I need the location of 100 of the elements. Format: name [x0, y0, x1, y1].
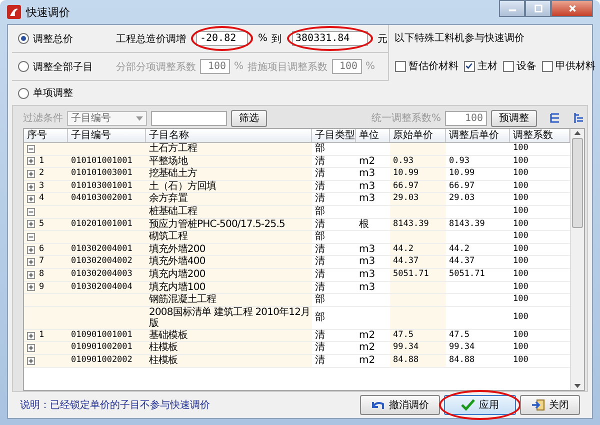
expand-icon[interactable] — [27, 182, 35, 191]
table-cell-text: 部 — [314, 310, 326, 326]
collapse-icon[interactable] — [27, 232, 35, 241]
table-cell-text: 99.34 — [448, 342, 476, 354]
table-cell: 010901002002 — [68, 354, 146, 366]
table-cell-text: 清 — [314, 268, 326, 281]
table-cell-text: 100 — [512, 206, 530, 218]
table-cell-text: 清 — [314, 168, 326, 180]
table-cell-text: 清 — [314, 156, 326, 168]
table-cell-text: 5051.71 — [448, 268, 486, 281]
row-number: 8 — [39, 268, 44, 281]
close-button[interactable]: 关闭 — [520, 395, 580, 415]
undo-button[interactable]: 撤消调价 — [360, 395, 440, 415]
checkbox-option[interactable]: 设备 — [502, 59, 537, 73]
table-cell-text: 清 — [314, 354, 326, 366]
radio-option[interactable]: 调整总价 — [18, 32, 108, 46]
expand-icon[interactable] — [27, 246, 35, 254]
table-cell: 预应力管桩PHC-500/17.5-25.5 — [146, 218, 312, 230]
scroll-down-icon[interactable] — [574, 384, 581, 388]
amount-field[interactable]: 380331.84 — [292, 31, 368, 46]
group-title: 以下特殊工料机参与快速调价 — [394, 32, 526, 45]
close-button[interactable] — [551, 0, 593, 17]
row-number: 7 — [39, 256, 44, 268]
table-cell-text: 100 — [512, 231, 530, 243]
table-cell-text: 66.97 — [448, 180, 476, 192]
expand-icon[interactable] — [27, 220, 35, 228]
window-title: 快速调价 — [26, 4, 70, 20]
table-cell-text: 100 — [512, 218, 530, 230]
table-cell: 填充外墙400 — [146, 256, 312, 268]
expand-icon[interactable] — [27, 270, 35, 279]
percent-field[interactable]: -20.82 — [196, 31, 248, 46]
table-cell-text: 清 — [314, 218, 326, 230]
expand-icon[interactable] — [27, 356, 35, 365]
table-cell-text: 100 — [512, 244, 530, 256]
expand-icon[interactable] — [27, 332, 35, 340]
table-cell-text: 清 — [314, 244, 326, 256]
table-cell: 010103001001 — [68, 180, 146, 192]
checkmark-icon — [461, 399, 475, 411]
unit-label: % — [258, 33, 268, 44]
column-header[interactable]: 子目编号 — [68, 129, 146, 142]
table-cell-text: 部 — [314, 231, 326, 243]
table-cell: 44.37 — [390, 256, 446, 268]
field-label: 过滤条件 — [23, 112, 63, 125]
field-label: 措施项目调整系数 — [248, 60, 328, 74]
scroll-thumb[interactable] — [572, 138, 583, 228]
column-header[interactable]: 原始单价 — [390, 129, 446, 142]
table-cell-text: 100 — [512, 156, 530, 168]
field-label: 分部分项调整系数 — [116, 60, 196, 74]
checkbox-option[interactable]: 暂估价材料 — [394, 59, 459, 73]
minimize-button[interactable] — [499, 0, 525, 17]
collapse-icon[interactable] — [27, 144, 35, 153]
table-cell: 砌筑工程 — [146, 231, 312, 243]
table-cell-text: 100 — [512, 294, 530, 306]
table-cell: 010302004002 — [68, 256, 146, 268]
table-cell-text: 100 — [512, 354, 530, 366]
maximize-button[interactable] — [525, 0, 551, 17]
column-header[interactable]: 子目类型 — [312, 129, 356, 142]
table-cell: 010302004001 — [68, 244, 146, 256]
table-cell: 0.93 — [390, 156, 446, 168]
table-cell: 余方弃置 — [146, 193, 312, 205]
checkbox-option[interactable]: 主材 — [464, 59, 498, 73]
table-cell: 010101003001 — [68, 168, 146, 180]
table-cell-text: 44.2 — [448, 244, 470, 256]
expand-icon[interactable] — [27, 258, 35, 266]
column-header[interactable]: 调整后单价 — [446, 129, 510, 142]
expand-icon[interactable] — [27, 170, 35, 178]
field-label: 工程总造价调增 — [116, 32, 186, 46]
table-cell-text: 8143.39 — [448, 218, 486, 230]
expand-icon[interactable] — [27, 344, 35, 352]
table-cell: 柱模板 — [146, 342, 312, 354]
column-header[interactable]: 序号 — [24, 129, 68, 142]
radio-option[interactable]: 单项调整 — [18, 86, 108, 100]
table-cell-text: m3 — [358, 268, 376, 281]
table-cell: 84.88 — [390, 354, 446, 366]
checkbox-option[interactable]: 甲供材料 — [542, 59, 596, 73]
scrollbar[interactable] — [570, 129, 584, 390]
table-cell: 土（石）方回填 — [146, 180, 312, 192]
table-cell-text: 0.93 — [448, 156, 470, 168]
expand-icon[interactable] — [27, 157, 35, 166]
table-cell-text: 10.99 — [448, 168, 476, 180]
expand-icon[interactable] — [27, 195, 35, 204]
collapse-icon[interactable] — [27, 208, 35, 216]
row-number: 9 — [39, 282, 44, 294]
app-logo-icon — [7, 5, 21, 19]
table-cell-text: m2 — [358, 330, 376, 342]
column-header[interactable]: 子目名称 — [146, 129, 312, 142]
expand-icon[interactable] — [27, 283, 35, 292]
apply-button[interactable]: 应用 — [444, 395, 516, 415]
column-header[interactable]: 单位 — [356, 129, 390, 142]
table-cell: 填充外墙200 — [146, 244, 312, 256]
table-cell: 桩基础工程 — [146, 206, 312, 218]
scroll-up-icon[interactable] — [574, 131, 581, 135]
unit-label: % — [234, 61, 244, 72]
table-cell: 040103002001 — [68, 193, 146, 205]
row-number: 1 — [39, 156, 44, 168]
dropdown-arrow-icon — [136, 116, 143, 120]
table-cell-text: 100 — [512, 143, 530, 155]
table-cell-text: m3 — [358, 193, 376, 205]
row-number: 3 — [39, 180, 44, 192]
field-label: 统一调整系数% — [371, 112, 441, 125]
